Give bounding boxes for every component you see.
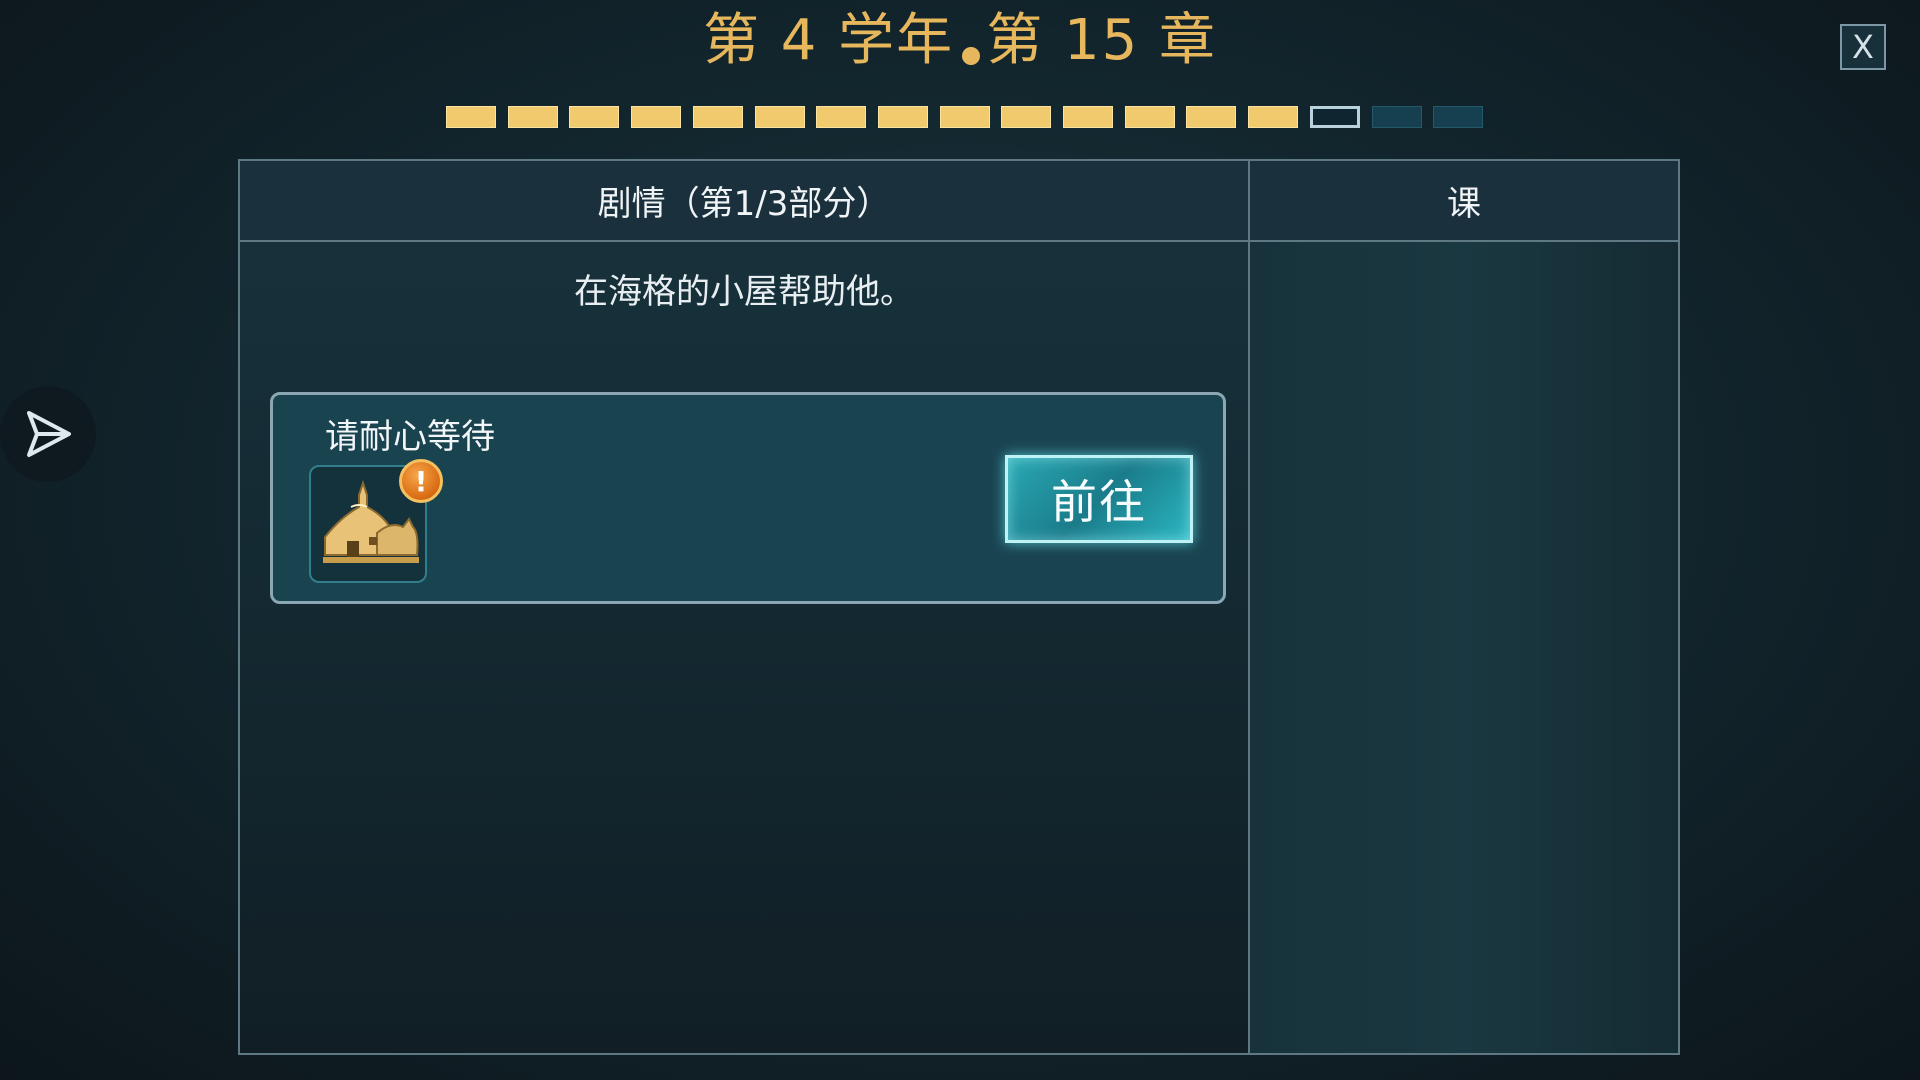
chapter-progress-bar <box>446 106 1486 130</box>
story-objective: 在海格的小屋帮助他。 <box>574 272 914 312</box>
tab-story[interactable]: 剧情（第1/3部分） <box>240 161 1250 242</box>
progress-segment-todo <box>1371 106 1422 128</box>
progress-segment-done <box>754 106 805 128</box>
chapter-text: 第 15 章 <box>986 8 1218 73</box>
progress-segment-done <box>939 106 990 128</box>
progress-segment-done <box>1124 106 1175 128</box>
alert-icon: ! <box>399 459 443 503</box>
story-column: 在海格的小屋帮助他。 请耐心等待 ! 前往 <box>240 242 1250 1053</box>
tab-story-label: 剧情（第1/3部分） <box>597 184 891 224</box>
side-menu-button[interactable] <box>0 386 96 482</box>
progress-segment-todo <box>1433 106 1484 128</box>
progress-segment-done <box>507 106 558 128</box>
tab-lesson[interactable]: 课 <box>1250 161 1678 242</box>
tab-lesson-label: 课 <box>1447 184 1481 224</box>
progress-segment-current <box>1309 106 1360 128</box>
quest-label: 请耐心等待 <box>325 417 495 457</box>
progress-segment-done <box>692 106 743 128</box>
progress-segment-done <box>877 106 928 128</box>
go-button[interactable]: 前往 <box>1005 455 1193 543</box>
progress-segment-done <box>631 106 682 128</box>
progress-segment-done <box>1186 106 1237 128</box>
alert-icon-glyph: ! <box>414 464 428 498</box>
quest-card: 请耐心等待 ! 前往 <box>270 392 1226 604</box>
title-separator-dot <box>962 47 981 65</box>
chapter-panel: 剧情（第1/3部分） 课 在海格的小屋帮助他。 请耐心等待 ! 前往 <box>238 159 1680 1055</box>
chapter-title: 第 4 学年第 15 章 <box>0 6 1920 76</box>
progress-segment-done <box>569 106 620 128</box>
progress-segment-done <box>1063 106 1113 128</box>
close-button[interactable]: X <box>1840 24 1886 70</box>
progress-segment-done <box>816 106 867 128</box>
progress-segment-done <box>1248 106 1299 128</box>
progress-segment-done <box>446 106 496 128</box>
close-icon: X <box>1852 28 1874 66</box>
lesson-column <box>1250 242 1678 1053</box>
year-text: 第 4 学年 <box>702 8 955 73</box>
go-button-label: 前往 <box>1051 475 1147 529</box>
send-arrow-icon <box>27 411 71 457</box>
progress-segment-done <box>1001 106 1052 128</box>
